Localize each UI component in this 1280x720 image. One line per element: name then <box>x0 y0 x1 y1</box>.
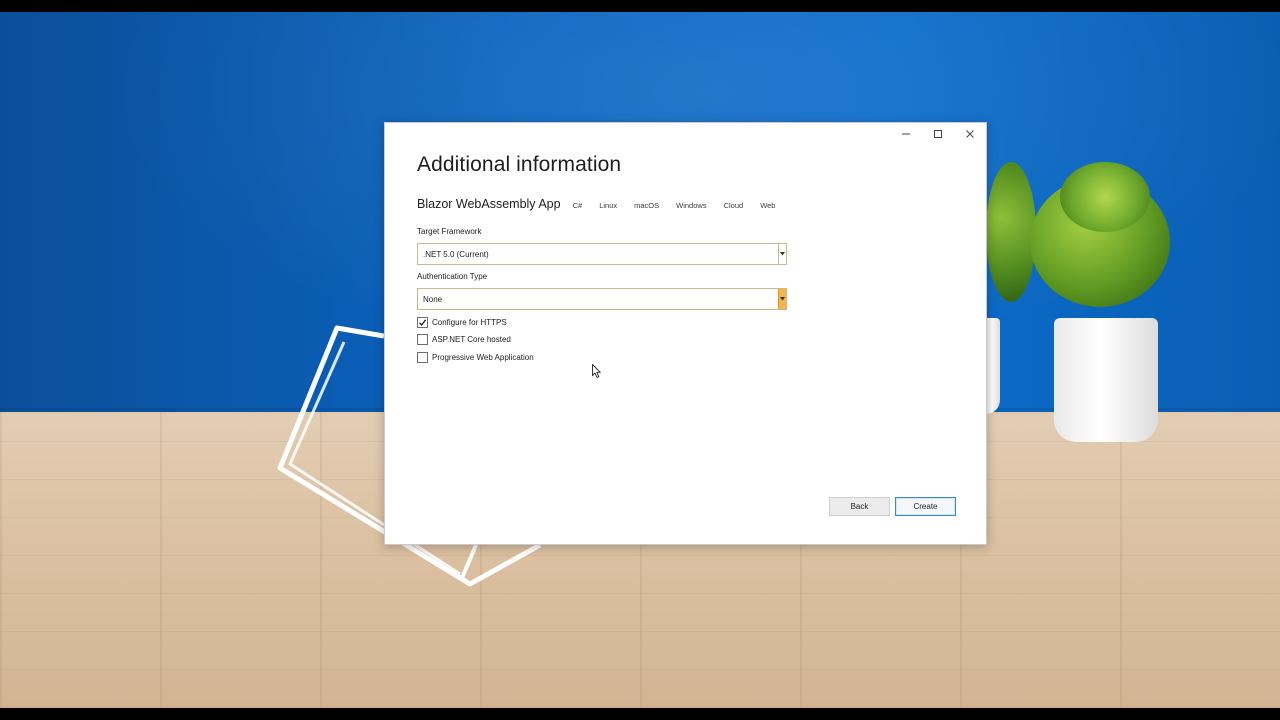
close-button[interactable] <box>954 123 986 145</box>
create-button[interactable]: Create <box>895 497 956 516</box>
aspnet-core-hosted-checkbox[interactable]: ASP.NET Core hosted <box>417 334 511 345</box>
mouse-pointer-icon <box>592 364 601 378</box>
minimize-icon <box>902 133 910 135</box>
tag-platform-linux: Linux <box>599 201 618 210</box>
dropdown-toggle[interactable] <box>778 289 786 309</box>
authentication-type-value: None <box>423 294 443 304</box>
checkbox-box[interactable] <box>417 334 428 345</box>
checkbox-label: Progressive Web Application <box>432 353 534 362</box>
close-icon <box>966 130 974 138</box>
progressive-web-app-checkbox[interactable]: Progressive Web Application <box>417 352 534 363</box>
dropdown-toggle[interactable] <box>778 244 786 264</box>
checkbox-label: ASP.NET Core hosted <box>432 335 511 344</box>
template-info: Blazor WebAssembly App C# Linux macOS Wi… <box>417 197 792 211</box>
target-framework-value: .NET 5.0 (Current) <box>423 249 489 259</box>
maximize-icon <box>934 130 942 138</box>
authentication-type-label: Authentication Type <box>417 272 488 281</box>
back-button[interactable]: Back <box>829 497 890 516</box>
additional-information-dialog: Additional information Blazor WebAssembl… <box>384 122 987 545</box>
target-framework-dropdown[interactable]: .NET 5.0 (Current) <box>417 243 787 265</box>
chevron-down-icon <box>780 297 785 301</box>
page-title: Additional information <box>417 153 622 176</box>
tag-language: C# <box>572 201 583 210</box>
tag-platform-macos: macOS <box>634 201 660 210</box>
checkbox-box[interactable] <box>417 317 428 328</box>
window-controls <box>890 123 986 145</box>
target-framework-label: Target Framework <box>417 227 482 236</box>
configure-https-checkbox[interactable]: Configure for HTTPS <box>417 317 507 328</box>
checkbox-box[interactable] <box>417 352 428 363</box>
template-name: Blazor WebAssembly App <box>417 197 561 211</box>
maximize-button[interactable] <box>922 123 954 145</box>
authentication-type-dropdown[interactable]: None <box>417 288 787 310</box>
tag-web: Web <box>760 201 776 210</box>
minimize-button[interactable] <box>890 123 922 145</box>
chevron-down-icon <box>780 252 785 256</box>
tag-cloud: Cloud <box>723 201 744 210</box>
checkmark-icon <box>419 319 427 326</box>
checkbox-label: Configure for HTTPS <box>432 318 507 327</box>
tag-platform-windows: Windows <box>676 201 707 210</box>
